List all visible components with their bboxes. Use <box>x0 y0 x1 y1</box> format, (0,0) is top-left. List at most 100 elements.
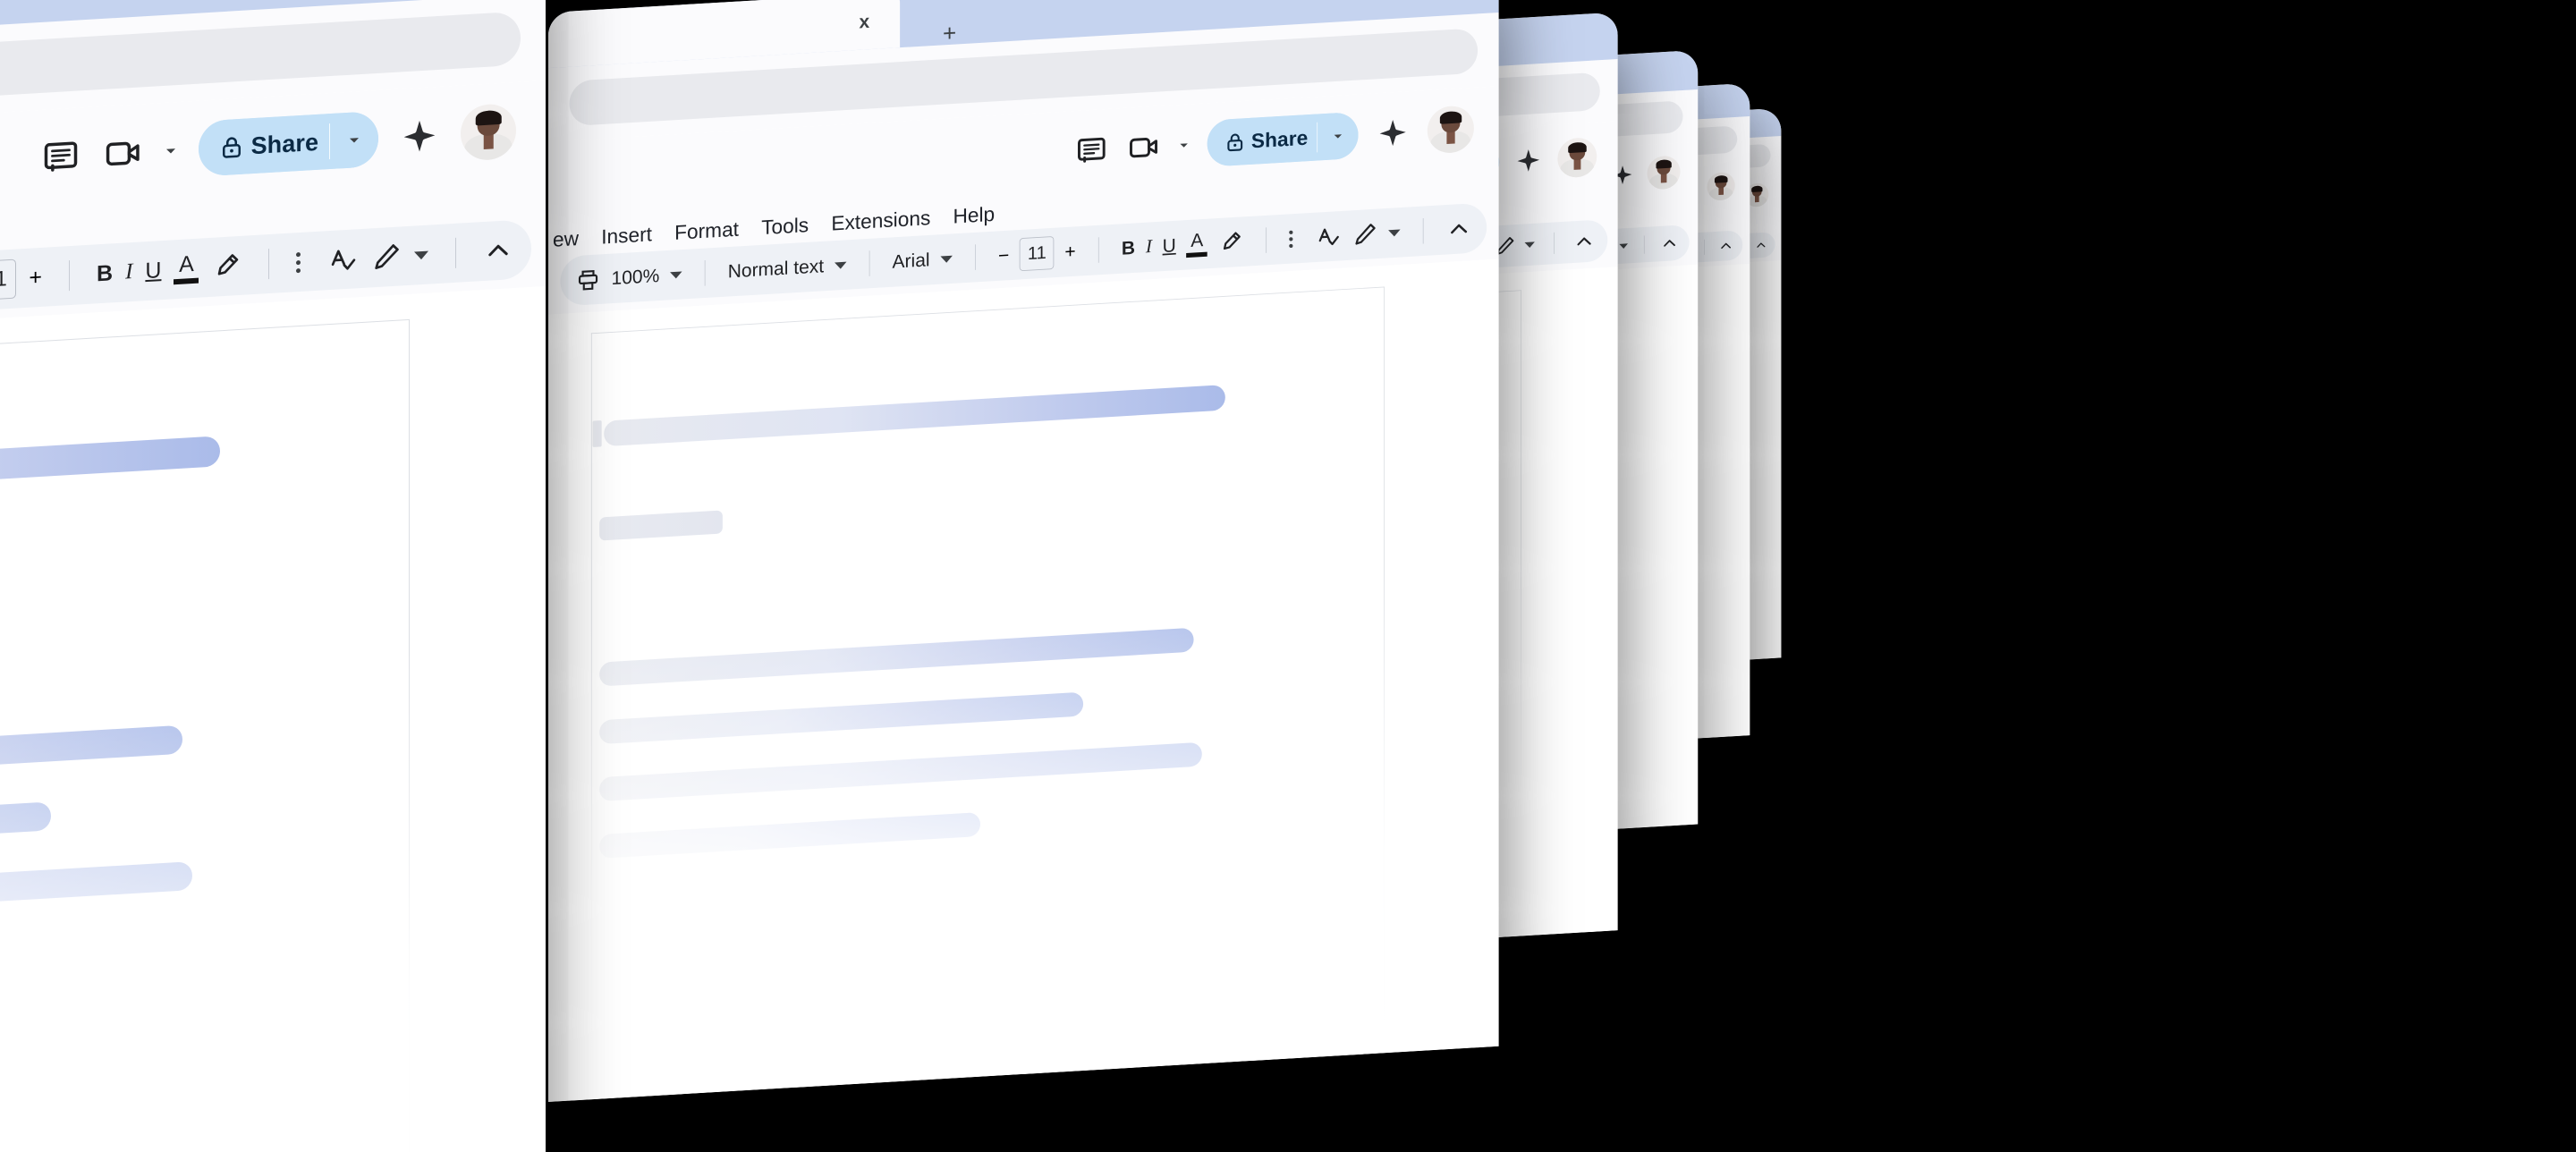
spellcheck-icon[interactable] <box>328 243 359 275</box>
document-page[interactable] <box>590 286 1385 1100</box>
docs-browser-window-2[interactable]: x + Share ew Insert Format Tools Extensi… <box>548 0 1499 1103</box>
document-placeholder-line <box>0 800 51 864</box>
paragraph-style-value[interactable]: Normal text <box>728 255 824 283</box>
menu-item-help[interactable]: Help <box>953 202 995 228</box>
docs-browser-window-1[interactable]: x + <box>0 0 546 1152</box>
lock-icon <box>218 133 245 162</box>
gemini-sparkle-icon[interactable] <box>1377 117 1408 149</box>
comment-icon[interactable] <box>41 136 80 178</box>
text-color-label: A <box>1191 229 1204 252</box>
font-size-input[interactable]: 11 <box>1020 235 1055 272</box>
toolbar-divider <box>1422 217 1424 244</box>
toolbar-divider <box>69 260 70 292</box>
document-placeholder-line <box>0 436 221 510</box>
editing-mode-chevron-down-icon[interactable] <box>414 250 428 260</box>
text-color-button[interactable]: A <box>174 250 199 285</box>
share-button-label: Share <box>250 128 319 159</box>
style-chevron-down-icon[interactable] <box>834 261 847 269</box>
document-placeholder-line <box>599 741 1202 801</box>
font-chevron-down-icon[interactable] <box>940 255 953 263</box>
share-button-main[interactable]: Share <box>198 114 330 177</box>
avatar[interactable] <box>1557 136 1597 179</box>
document-placeholder-line <box>599 691 1083 744</box>
toolbar-divider <box>1554 232 1555 254</box>
text-cursor <box>592 420 602 447</box>
pencil-icon[interactable] <box>1352 221 1378 248</box>
menu-item-format[interactable]: Format <box>674 217 739 244</box>
window-stack-stage: x + <box>0 0 2576 1152</box>
pencil-icon[interactable] <box>371 241 402 273</box>
toolbar-divider <box>268 249 270 280</box>
docs-canvas <box>0 285 546 1152</box>
toolbar-divider <box>455 237 456 268</box>
menu-item-insert[interactable]: Insert <box>601 223 652 249</box>
comment-icon[interactable] <box>1075 133 1108 168</box>
document-placeholder-line <box>599 812 980 860</box>
menu-item-view[interactable]: ew <box>553 227 579 252</box>
share-button[interactable]: Share <box>198 110 379 177</box>
text-color-button[interactable]: A <box>1186 229 1208 258</box>
underline-button[interactable]: U <box>1163 234 1176 257</box>
video-chevron-down-icon[interactable] <box>1180 142 1188 148</box>
avatar[interactable] <box>1647 155 1681 191</box>
bold-button[interactable]: B <box>97 260 113 287</box>
more-vertical-icon[interactable] <box>1289 230 1293 248</box>
editing-mode-chevron-down-icon[interactable] <box>1388 229 1401 237</box>
bold-button[interactable]: B <box>1122 237 1135 259</box>
document-page[interactable] <box>0 318 411 1152</box>
document-placeholder-line <box>0 724 183 796</box>
chevron-up-icon[interactable] <box>1755 239 1767 252</box>
zoom-chevron-down-icon[interactable] <box>670 271 682 279</box>
editing-mode-chevron-down-icon[interactable] <box>1524 241 1535 249</box>
font-size-decrease-button[interactable]: − <box>998 244 1009 267</box>
share-button-main[interactable]: Share <box>1207 114 1318 167</box>
docs-canvas <box>548 258 1499 1102</box>
share-button[interactable]: Share <box>1207 111 1359 167</box>
video-chevron-down-icon[interactable] <box>165 148 175 154</box>
close-icon[interactable]: x <box>859 11 869 32</box>
gemini-sparkle-icon[interactable] <box>402 117 437 155</box>
underline-button[interactable]: U <box>145 258 161 284</box>
font-size-increase-button[interactable]: + <box>1064 241 1075 263</box>
font-size-increase-button[interactable]: + <box>29 264 42 291</box>
highlighter-pen-icon[interactable] <box>211 250 242 283</box>
spellcheck-icon[interactable] <box>1316 223 1342 250</box>
chevron-up-icon[interactable] <box>1660 233 1678 252</box>
toolbar-divider <box>1704 239 1705 255</box>
menu-item-tools[interactable]: Tools <box>761 213 809 239</box>
share-chevron-down-icon[interactable] <box>330 110 379 170</box>
font-size-input[interactable]: 11 <box>0 258 17 301</box>
text-color-label: A <box>179 250 194 277</box>
toolbar-divider <box>974 244 976 270</box>
menu-item-extensions[interactable]: Extensions <box>831 206 930 235</box>
toolbar-divider <box>704 260 706 286</box>
gemini-sparkle-icon[interactable] <box>1516 147 1541 174</box>
font-family-value[interactable]: Arial <box>893 249 930 273</box>
chevron-up-icon[interactable] <box>483 234 513 267</box>
editing-mode-chevron-down-icon[interactable] <box>1619 243 1628 249</box>
document-placeholder-line <box>603 385 1226 447</box>
avatar[interactable] <box>1707 171 1735 201</box>
italic-button[interactable]: I <box>1146 236 1152 258</box>
chevron-up-icon[interactable] <box>1718 238 1733 254</box>
new-tab-icon[interactable]: + <box>943 20 956 47</box>
toolbar-divider <box>1097 237 1099 263</box>
document-placeholder-line <box>0 861 192 932</box>
toolbar-divider <box>1643 235 1645 254</box>
lock-icon <box>1224 131 1246 155</box>
highlighter-pen-icon[interactable] <box>1218 229 1244 256</box>
document-placeholder-line <box>599 510 723 541</box>
video-camera-icon[interactable] <box>104 132 143 174</box>
chevron-up-icon[interactable] <box>1573 230 1595 252</box>
avatar[interactable] <box>1427 105 1474 155</box>
zoom-level-value[interactable]: 100% <box>612 265 660 290</box>
text-color-swatch <box>174 277 199 285</box>
more-vertical-icon[interactable] <box>296 251 301 273</box>
share-button-label: Share <box>1250 126 1309 153</box>
chevron-up-icon[interactable] <box>1446 216 1472 242</box>
avatar[interactable] <box>461 102 517 162</box>
video-camera-icon[interactable] <box>1128 130 1161 165</box>
print-icon[interactable] <box>575 267 601 293</box>
share-chevron-down-icon[interactable] <box>1318 111 1359 161</box>
italic-button[interactable]: I <box>125 259 132 284</box>
